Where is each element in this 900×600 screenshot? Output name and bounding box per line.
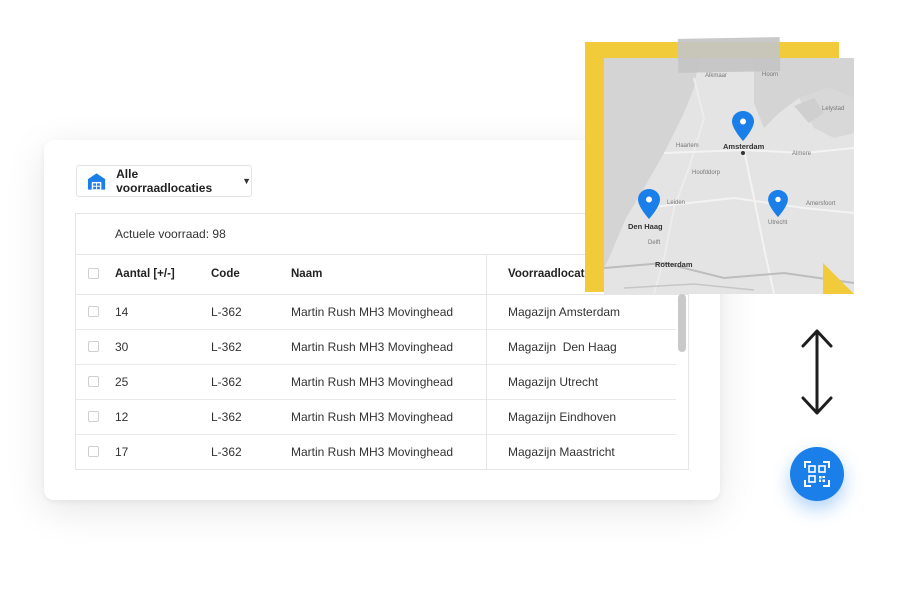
- location-dropdown[interactable]: Alle voorraadlocaties ▼: [76, 165, 252, 197]
- row-checkbox[interactable]: [88, 375, 99, 387]
- map-label-leiden: Leiden: [667, 200, 686, 206]
- double-arrow-icon: [801, 329, 833, 415]
- cell-location: Magazijn Maastricht: [508, 444, 615, 459]
- map-city-den-haag: Den Haag: [628, 222, 663, 231]
- map-pin-icon[interactable]: [732, 111, 754, 141]
- qr-scan-icon: [804, 461, 830, 487]
- cell-qty: 25: [115, 374, 129, 389]
- cell-name: Martin Rush MH3 Movinghead: [291, 444, 454, 459]
- row-checkbox[interactable]: [88, 340, 99, 352]
- map-label-utrecht: Utrecht: [768, 220, 788, 226]
- map-label-alkmaar: Alkmaar: [705, 73, 728, 79]
- map-pin-icon[interactable]: [768, 190, 788, 217]
- header-location[interactable]: Voorraadlocatie: [508, 254, 594, 294]
- chevron-down-icon: ▼: [242, 176, 251, 186]
- map-label-hoofddorp: Hoofddorp: [692, 170, 721, 176]
- cell-code: L-362: [211, 304, 242, 319]
- table-row[interactable]: 25 L-362 Martin Rush MH3 Movinghead Maga…: [76, 364, 676, 400]
- row-checkbox[interactable]: [88, 410, 99, 422]
- cell-location: Magazijn Eindhoven: [508, 409, 617, 424]
- map-label-almere: Almere: [792, 151, 812, 157]
- cell-code: L-362: [211, 374, 242, 389]
- cell-location: Magazijn Utrecht: [508, 374, 599, 389]
- location-dropdown-label: Alle voorraadlocaties: [116, 167, 213, 195]
- locations-map[interactable]: Alkmaar Hoorn Lelystad Haarlem Almere Ho…: [604, 58, 854, 294]
- cell-qty: 12: [115, 409, 129, 424]
- scrollbar-thumb[interactable]: [678, 294, 686, 352]
- cell-name: Martin Rush MH3 Movinghead: [291, 374, 454, 389]
- qr-scan-button[interactable]: [790, 447, 844, 501]
- column-divider: [486, 254, 487, 469]
- sticky-note-fold: [823, 263, 854, 294]
- stock-summary-text: Actuele voorraad: 98: [115, 227, 226, 241]
- map-label-lelystad: Lelystad: [822, 106, 845, 112]
- table-row[interactable]: 12 L-362 Martin Rush MH3 Movinghead Maga…: [76, 399, 676, 435]
- cell-qty: 17: [115, 444, 129, 459]
- map-label-haarlem: Haarlem: [676, 143, 699, 149]
- cell-code: L-362: [211, 444, 242, 459]
- map-city-rotterdam: Rotterdam: [655, 260, 693, 269]
- table-row[interactable]: 30 L-362 Martin Rush MH3 Movinghead Maga…: [76, 329, 676, 365]
- map-label-amersfoort: Amersfoort: [806, 201, 836, 207]
- select-all-checkbox[interactable]: [88, 268, 99, 279]
- cell-code: L-362: [211, 409, 242, 424]
- cell-code: L-362: [211, 339, 242, 354]
- cell-name: Martin Rush MH3 Movinghead: [291, 339, 454, 354]
- row-checkbox[interactable]: [88, 445, 99, 457]
- map-label-hoorn: Hoorn: [762, 72, 779, 78]
- header-code[interactable]: Code: [211, 254, 240, 294]
- map-city-amsterdam: Amsterdam: [723, 142, 765, 151]
- header-name[interactable]: Naam: [291, 254, 322, 294]
- table-row[interactable]: 17 L-362 Martin Rush MH3 Movinghead Maga…: [76, 434, 676, 469]
- tape-strip: [677, 37, 781, 73]
- cell-name: Martin Rush MH3 Movinghead: [291, 409, 454, 424]
- cell-name: Martin Rush MH3 Movinghead: [291, 304, 454, 319]
- cell-location: Magazijn Amsterdam: [508, 304, 621, 319]
- map-pin-icon[interactable]: [638, 189, 660, 219]
- cell-qty: 30: [115, 339, 129, 354]
- warehouse-icon: [87, 173, 106, 190]
- row-checkbox[interactable]: [88, 305, 99, 317]
- header-qty[interactable]: Aantal [+/-]: [115, 254, 175, 294]
- table-row[interactable]: 14 L-362 Martin Rush MH3 Movinghead Maga…: [76, 294, 676, 330]
- map-label-delft: Delft: [648, 240, 661, 246]
- table-scrollbar[interactable]: [678, 294, 686, 469]
- map-background: [604, 58, 854, 294]
- cell-location: Magazijn Den Haag: [508, 339, 617, 354]
- cell-qty: 14: [115, 304, 129, 319]
